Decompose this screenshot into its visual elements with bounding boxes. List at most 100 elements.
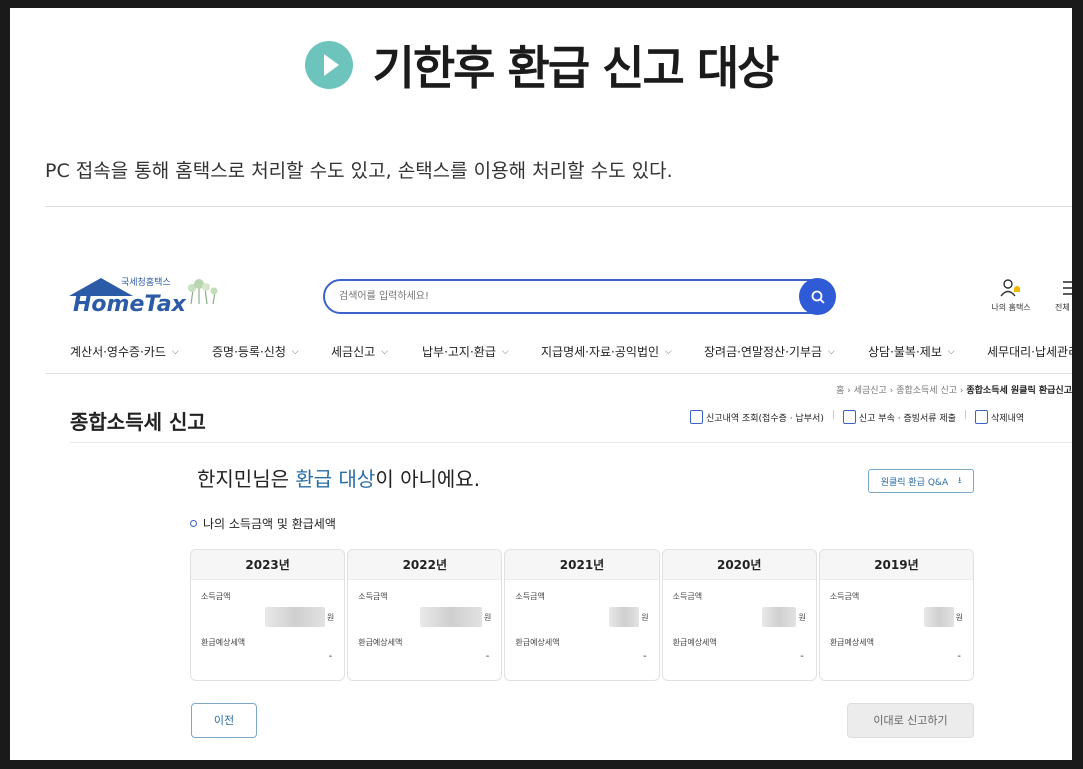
gnb-label: 지급명세·자료·공익법인 (541, 345, 660, 359)
year-heading: 2020년 (662, 550, 816, 580)
breadcrumb-current: 종합소득세 원클릭 환급신고 (966, 386, 1072, 396)
breadcrumb-level1[interactable]: 세금신고 (854, 386, 887, 396)
prev-button[interactable]: 이전 (191, 703, 257, 738)
refund-label: 환급예상세액 (829, 638, 874, 647)
section-title: 나의 소득금액 및 환급세액 (190, 515, 336, 532)
separator: | (831, 410, 835, 420)
hamburger-icon (1063, 281, 1072, 295)
logo-subtitle: 국세청홈택스 (121, 278, 171, 288)
search-bar (323, 278, 836, 315)
hometax-logo[interactable]: 국세청홈택스 HomeTax (69, 272, 229, 322)
redacted-value (264, 607, 325, 627)
year-heading: 2021년 (505, 550, 659, 580)
refund-highlight: 환급 대상 (295, 467, 376, 491)
refund-label: 환급예상세액 (201, 638, 246, 647)
refund-value: - (643, 651, 647, 662)
action-label: 신고내역 조회(접수증 · 납부서) (706, 413, 824, 424)
chevron-down-icon: ⌵ (171, 346, 179, 357)
refund-value: - (328, 651, 333, 662)
currency-unit: 원 (955, 612, 964, 622)
chevron-down-icon: ⌵ (947, 346, 955, 357)
year-heading: 2023년 (191, 550, 345, 580)
refund-value: - (957, 651, 962, 662)
gnb-item-payment[interactable]: 납부·고지·환급 ⌵ (422, 343, 509, 360)
intro-paragraph: PC 접속을 통해 홈택스로 처리할 수도 있고, 손택스를 이용해 처리할 수… (45, 160, 673, 182)
breadcrumb-home[interactable]: 홈 (836, 386, 844, 396)
separator: | (963, 410, 968, 420)
gnb-label: 계산서·영수증·카드 (70, 345, 166, 359)
qa-label: 원클릭 환급 Q&A (880, 477, 949, 488)
refund-value: - (485, 651, 490, 662)
gnb-item-statement[interactable]: 지급명세·자료·공익법인 ⌵ (541, 343, 672, 360)
title-divider (70, 442, 1072, 443)
year-card: 2019년 소득금액 원 환급예상세액 - (818, 549, 975, 681)
gnb-label: 상담·불복·제보 (868, 345, 942, 359)
section-title-text: 나의 소득금액 및 환급세액 (203, 517, 336, 531)
chevron-down-icon: ⌵ (291, 346, 299, 357)
hero-title-text: 기한후 환급 신고 대상 (372, 41, 780, 95)
redacted-value (762, 607, 797, 627)
divider (45, 206, 1072, 207)
action-label: 삭제내역 (991, 413, 1025, 424)
refund-label: 환급예상세액 (672, 638, 717, 647)
logo-wordmark: HomeTax (73, 292, 186, 317)
search-input[interactable] (325, 281, 785, 312)
my-hometax-link[interactable]: 나의 홈택스 (981, 278, 1041, 313)
search-icon (811, 290, 825, 304)
all-menu-button[interactable]: 전체 (1055, 278, 1072, 313)
income-value: 원 (923, 607, 964, 627)
income-label: 소득금액 (201, 592, 231, 601)
user-bell-icon (1000, 279, 1020, 297)
document-upload-icon (842, 410, 856, 424)
redacted-value (609, 607, 640, 627)
gnb-label: 장려금·연말정산·기부금 (704, 345, 823, 359)
global-nav: 계산서·영수증·카드 ⌵ 증명·등록·신청 ⌵ 세금신고 ⌵ 납부·고지·환급 ⌵ 지급… (45, 330, 1072, 374)
deleted-history-link[interactable]: 삭제내역 (975, 410, 1024, 424)
chevron-down-icon: ⌵ (381, 346, 388, 357)
income-value: 원 (264, 607, 334, 627)
tree-icon (188, 279, 218, 305)
income-value: 원 (420, 607, 491, 627)
income-label: 소득금액 (358, 592, 388, 601)
breadcrumb: 홈 › 세금신고 › 종합소득세 신고 › 종합소득세 원클릭 환급신고 (836, 383, 1072, 396)
year-heading: 2022년 (348, 550, 502, 580)
bullet-icon (190, 520, 197, 527)
chevron-down-icon: ⌵ (665, 346, 672, 357)
all-menu-label: 전체 (1055, 303, 1070, 312)
year-card: 2020년 소득금액 원 환급예상세액 - (661, 549, 817, 681)
document-search-icon (690, 410, 703, 424)
year-card: 2023년 소득금액 원 환급예상세액 - (190, 549, 346, 681)
search-button[interactable] (799, 278, 836, 315)
year-card: 2022년 소득금액 원 환급예상세액 - (347, 549, 503, 681)
currency-unit: 원 (484, 612, 492, 622)
attach-documents-link[interactable]: 신고 부속 · 증빙서류 제출 (842, 410, 956, 424)
notice-part1: 님은 (252, 467, 296, 491)
gnb-label: 납부·고지·환급 (422, 345, 496, 359)
income-label: 소득금액 (672, 592, 703, 601)
refund-qa-button[interactable]: 원클릭 환급 Q&A ⭳ (868, 469, 974, 493)
gnb-item-invoice[interactable]: 계산서·영수증·카드 ⌵ (70, 343, 179, 360)
gnb-item-certificate[interactable]: 증명·등록·신청 ⌵ (212, 343, 299, 360)
currency-unit: 원 (641, 612, 649, 622)
gnb-label: 세금신고 (331, 345, 376, 359)
refund-label: 환급예상세액 (515, 638, 560, 647)
chevron-down-icon: ⌵ (828, 346, 835, 357)
year-card: 2021년 소득금액 원 환급예상세액 - (504, 549, 660, 681)
chevron-down-icon: ⌵ (501, 346, 509, 357)
gnb-item-consult[interactable]: 상담·불복·제보 ⌵ (868, 343, 955, 360)
report-history-link[interactable]: 신고내역 조회(접수증 · 납부서) (690, 410, 824, 424)
gnb-item-agent[interactable]: 세무대리·납세관리 (987, 343, 1072, 360)
notice-part2: 이 아니에요. (375, 467, 481, 491)
article-frame: 기한후 환급 신고 대상 PC 접속을 통해 홈택스로 처리할 수도 있고, 손… (10, 8, 1072, 760)
breadcrumb-level2[interactable]: 종합소득세 신고 (896, 386, 957, 396)
redacted-value (923, 607, 954, 627)
gnb-item-tax-report[interactable]: 세금신고 ⌵ (331, 343, 388, 360)
refund-value: - (800, 651, 804, 662)
report-as-is-button[interactable]: 이대로 신고하기 (847, 703, 974, 738)
income-value: 원 (609, 607, 649, 627)
hometax-screenshot: 국세청홈택스 HomeTax 검색어를 입력하세요! 나의 홈택스 전체 계산서… (45, 260, 1072, 760)
gnb-item-incentive[interactable]: 장려금·연말정산·기부금 ⌵ (704, 343, 835, 360)
gnb-label: 세무대리·납세관리 (987, 345, 1072, 359)
my-hometax-label: 나의 홈택스 (991, 303, 1031, 312)
user-name: 한지민 (197, 467, 253, 491)
